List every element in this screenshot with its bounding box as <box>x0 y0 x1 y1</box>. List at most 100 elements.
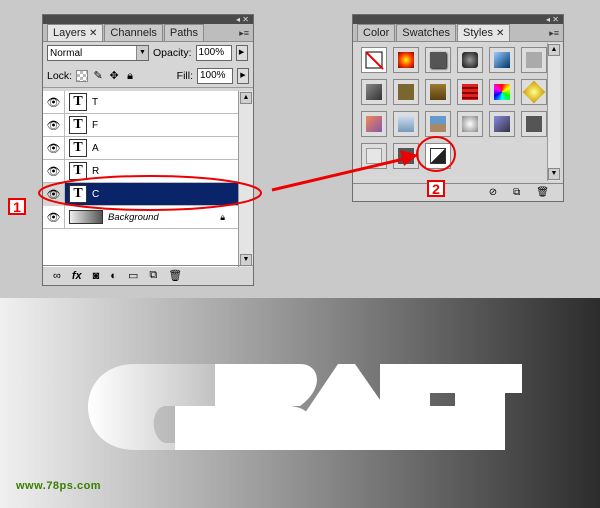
eye-icon[interactable]: 👁︎ <box>43 205 65 229</box>
new-group-icon[interactable]: ▭ <box>128 269 138 282</box>
eye-icon[interactable]: 👁︎ <box>43 90 65 114</box>
styles-panel: ◂ ✕ Color Swatches Styles ✕ ▸≡ ▲ ▼ ⊘ ⧉ 🗑… <box>352 14 564 202</box>
layer-name: F <box>92 119 99 131</box>
style-swatch[interactable] <box>393 143 419 169</box>
step-1-label: 1 <box>8 198 26 215</box>
clear-style-icon[interactable]: ⊘ <box>489 187 497 198</box>
style-swatch-new[interactable] <box>425 143 451 169</box>
style-swatch[interactable] <box>489 79 515 105</box>
panel-close-icon[interactable]: ◂ ✕ <box>236 15 249 24</box>
tab-close-icon[interactable]: ✕ <box>496 28 504 39</box>
text-layer-icon: T <box>69 93 87 111</box>
tab-styles[interactable]: Styles ✕ <box>457 24 511 41</box>
eye-icon[interactable]: 👁︎ <box>43 159 65 183</box>
chevron-down-icon: ▼ <box>136 46 148 60</box>
layer-row-r[interactable]: 👁︎ T R <box>43 159 239 183</box>
style-swatch[interactable] <box>521 111 547 137</box>
opacity-slider-button[interactable]: ▶ <box>235 45 248 61</box>
style-swatch[interactable] <box>361 79 387 105</box>
tab-layers[interactable]: Layers ✕ <box>47 24 104 41</box>
tab-channels[interactable]: Channels <box>104 24 163 41</box>
fill-input[interactable]: 100% <box>197 67 233 84</box>
layer-name: R <box>92 165 100 177</box>
new-style-icon[interactable]: ⧉ <box>513 187 520 198</box>
style-swatch[interactable] <box>457 79 483 105</box>
background-thumbnail <box>69 210 103 224</box>
eye-icon[interactable]: 👁︎ <box>43 113 65 137</box>
scroll-up-icon[interactable]: ▲ <box>240 92 252 104</box>
adjustment-layer-icon[interactable]: ◐ <box>110 270 117 282</box>
layers-scrollbar[interactable]: ▲ ▼ <box>238 91 253 267</box>
style-swatch[interactable] <box>425 47 451 73</box>
text-layer-icon: T <box>69 139 87 157</box>
style-swatch-grid <box>359 45 547 177</box>
trash-icon[interactable]: 🗑︎ <box>536 187 549 198</box>
tab-paths[interactable]: Paths <box>163 24 205 41</box>
layer-row-f[interactable]: 👁︎ T F <box>43 113 239 137</box>
watermark-logo: www.78ps.com <box>16 480 102 492</box>
style-swatch[interactable] <box>393 79 419 105</box>
styles-panel-tabs: Color Swatches Styles ✕ ▸≡ <box>353 24 563 42</box>
panel-menu-icon[interactable]: ▸≡ <box>549 24 563 41</box>
style-swatch[interactable] <box>457 47 483 73</box>
style-swatch[interactable] <box>361 111 387 137</box>
scroll-up-icon[interactable]: ▲ <box>548 44 560 56</box>
layer-row-t[interactable]: 👁︎ T T <box>43 90 239 114</box>
layers-footer: ∞ fx ◙ ◐ ▭ ⧉ 🗑︎ <box>43 265 253 285</box>
style-swatch[interactable] <box>393 111 419 137</box>
add-mask-icon[interactable]: ◙ <box>93 270 100 282</box>
style-swatch[interactable] <box>521 47 547 73</box>
fx-icon[interactable]: fx <box>72 270 82 282</box>
tab-swatches[interactable]: Swatches <box>396 24 456 41</box>
text-layer-icon: T <box>69 162 87 180</box>
lock-move-icon[interactable]: ✥ <box>108 70 120 82</box>
style-swatch[interactable] <box>425 79 451 105</box>
text-layer-icon: T <box>69 185 87 203</box>
style-swatch[interactable] <box>489 47 515 73</box>
layer-row-background[interactable]: 👁︎ Background 🔒︎ <box>43 205 239 229</box>
link-layers-icon[interactable]: ∞ <box>53 270 61 282</box>
panel-close-icon[interactable]: ◂ ✕ <box>546 15 559 24</box>
blend-mode-select[interactable]: Normal ▼ <box>47 45 149 61</box>
style-swatch[interactable] <box>457 111 483 137</box>
styles-scrollbar[interactable]: ▲ ▼ <box>547 43 560 181</box>
lock-transparent-icon[interactable] <box>76 69 89 82</box>
fill-slider-button[interactable]: ▶ <box>237 67 249 84</box>
craft-artwork <box>88 364 522 450</box>
opacity-label: Opacity: <box>153 47 192 59</box>
new-layer-icon[interactable]: ⧉ <box>149 269 157 282</box>
style-swatch[interactable] <box>521 79 547 105</box>
craft-artwork-canvas <box>0 298 600 508</box>
layer-name: C <box>92 188 100 200</box>
layer-lock-icon: 🔒︎ <box>220 211 225 222</box>
eye-icon[interactable]: 👁︎ <box>43 136 65 160</box>
styles-footer: ⊘ ⧉ 🗑︎ <box>353 183 563 201</box>
fill-label: Fill: <box>176 69 193 82</box>
scroll-down-icon[interactable]: ▼ <box>548 168 560 180</box>
layers-panel-tabs: Layers ✕ Channels Paths ▸≡ <box>43 24 253 42</box>
lock-brush-icon[interactable]: ✎ <box>92 70 104 82</box>
layers-panel: ◂ ✕ Layers ✕ Channels Paths ▸≡ Normal ▼ Op… <box>42 14 254 286</box>
layer-list: 👁︎ T T 👁︎ T F 👁︎ T A 👁︎ T R 👁︎ T C 👁︎ Ba… <box>43 90 239 267</box>
style-swatch-none[interactable] <box>361 47 387 73</box>
layer-row-c[interactable]: 👁︎ T C <box>43 182 239 206</box>
tab-close-icon[interactable]: ✕ <box>89 28 97 39</box>
lock-row: Lock: ✎ ✥ 🔒︎ Fill: 100% ▶ <box>43 64 253 88</box>
style-swatch[interactable] <box>489 111 515 137</box>
blend-row: Normal ▼ Opacity: 100% ▶ <box>43 42 253 64</box>
opacity-input[interactable]: 100% <box>195 45 232 61</box>
layer-row-a[interactable]: 👁︎ T A <box>43 136 239 160</box>
step-2-label: 2 <box>427 180 445 197</box>
panel-menu-icon[interactable]: ▸≡ <box>239 24 253 41</box>
style-swatch[interactable] <box>393 47 419 73</box>
tab-color[interactable]: Color <box>357 24 396 41</box>
layer-name: T <box>92 96 99 108</box>
style-swatch[interactable] <box>425 111 451 137</box>
style-swatch[interactable] <box>361 143 387 169</box>
layer-name: Background <box>108 211 159 223</box>
lock-label: Lock: <box>47 69 73 82</box>
trash-icon[interactable]: 🗑︎ <box>168 269 182 282</box>
text-layer-icon: T <box>69 116 87 134</box>
eye-icon[interactable]: 👁︎ <box>43 182 65 206</box>
lock-all-icon[interactable]: 🔒︎ <box>124 70 136 82</box>
